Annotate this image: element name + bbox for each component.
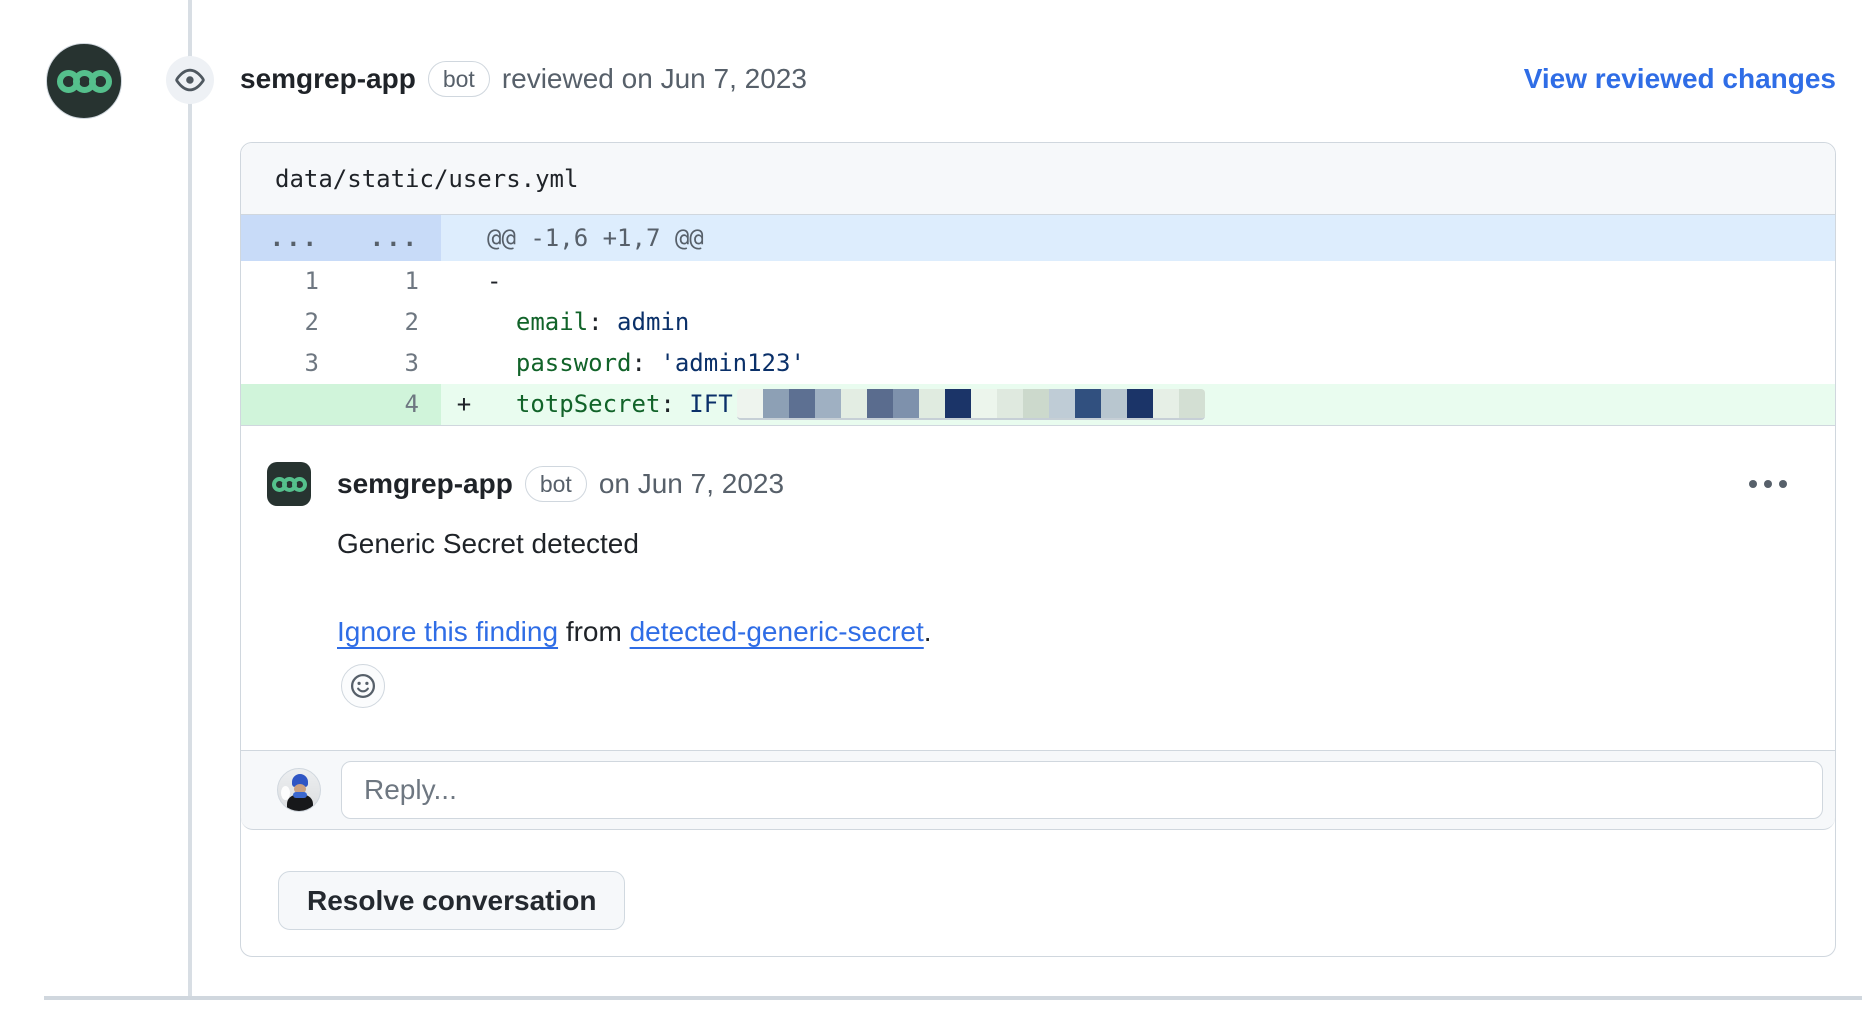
new-line-number: 2 [341,302,441,343]
ignore-finding-link[interactable]: Ignore this finding [337,616,558,647]
diff-row: 4+ totpSecret: IFT [241,384,1835,425]
view-reviewed-changes-link[interactable]: View reviewed changes [1524,57,1836,101]
semgrep-avatar[interactable] [46,43,122,119]
diff-sign: + [441,384,487,425]
diff-row: 22 email: admin [241,302,1835,343]
diff-row: 33 password: 'admin123' [241,343,1835,384]
bot-badge: bot [525,466,587,502]
comment-links: Ignore this finding from detected-generi… [337,616,1795,648]
diff-file-header[interactable]: data/static/users.yml [241,143,1835,215]
reply-bar: Reply... [241,750,1835,830]
diff-sign [441,343,487,384]
new-line-number: 4 [341,384,441,425]
diff-table: ... ... @@ -1,6 +1,7 @@ 11-22 email: adm… [241,215,1835,426]
bot-badge: bot [428,61,490,97]
comment-author[interactable]: semgrep-app [337,468,513,500]
diff-rows: 11-22 email: admin33 password: 'admin123… [241,261,1835,425]
old-line-number: 3 [241,343,341,384]
review-header: semgrep-app bot reviewed on Jun 7, 2023 [240,57,807,101]
bottom-divider [44,996,1862,1000]
rule-link[interactable]: detected-generic-secret [630,616,924,647]
hunk-dots-new[interactable]: ... [341,215,441,261]
comment-header: semgrep-app bot on Jun 7, 2023 [267,462,1795,506]
add-reaction-button[interactable] [341,664,385,708]
old-line-number: 2 [241,302,341,343]
review-action-text: reviewed on Jun 7, 2023 [502,63,807,95]
card-footer: Resolve conversation [241,830,1835,930]
old-line-number: 1 [241,261,341,302]
diff-row: 11 - [241,261,1835,302]
file-path[interactable]: data/static/users.yml [275,165,578,193]
smiley-icon [350,673,376,699]
review-thread-card: data/static/users.yml ... ... @@ -1,6 +1… [240,142,1836,957]
timeline-line [188,0,192,996]
links-period: . [924,616,932,647]
eye-icon [175,65,205,95]
code-line: password: 'admin123' [487,343,1835,384]
new-line-number: 3 [341,343,441,384]
review-eye-badge [166,56,214,104]
redacted-secret [737,389,1205,420]
comment-section: semgrep-app bot on Jun 7, 2023 Generic S… [241,426,1835,750]
reply-input[interactable]: Reply... [341,761,1823,819]
diff-hunk-row: ... ... @@ -1,6 +1,7 @@ [241,215,1835,261]
old-line-number [241,384,341,425]
comment-date: on Jun 7, 2023 [599,468,784,500]
comment-body-text: Generic Secret detected [337,528,1795,560]
links-middle-text: from [558,616,630,647]
code-line: totpSecret: IFT [487,384,1835,425]
hunk-dots-old[interactable]: ... [241,215,341,261]
new-line-number: 1 [341,261,441,302]
resolve-conversation-button[interactable]: Resolve conversation [278,871,625,930]
diff-sign [441,302,487,343]
comment-options-kebab-icon[interactable] [1741,472,1795,496]
review-author[interactable]: semgrep-app [240,63,416,95]
hunk-header-text: @@ -1,6 +1,7 @@ [441,215,1835,261]
code-line: - [487,261,1835,302]
comment-author-avatar[interactable] [267,462,311,506]
comment-meta: semgrep-app bot on Jun 7, 2023 [337,466,784,502]
current-user-avatar[interactable] [277,768,321,812]
hunk-expand-gutter[interactable]: ... ... [241,215,441,261]
code-line: email: admin [487,302,1835,343]
diff-sign [441,261,487,302]
